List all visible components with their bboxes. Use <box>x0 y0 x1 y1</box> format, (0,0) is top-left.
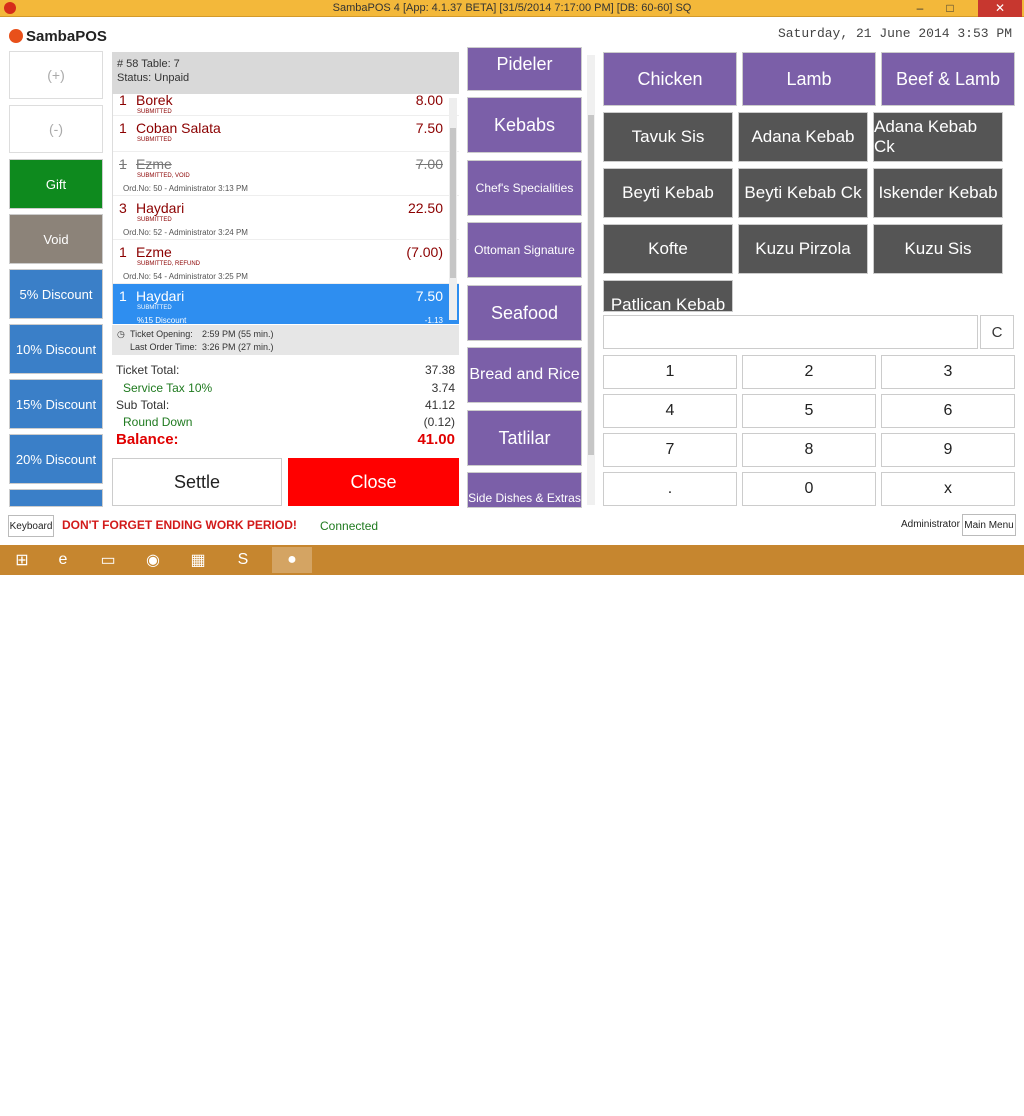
discount-15-button[interactable]: 15% Discount <box>9 379 103 429</box>
chrome-icon[interactable]: ◉ <box>133 547 173 573</box>
numpad-key-7[interactable]: 7 <box>603 433 737 467</box>
numpad-key-5[interactable]: 5 <box>742 394 876 428</box>
app-logo: SambaPOS <box>9 25 107 47</box>
round-down-row: Round Down (0.12) <box>123 415 455 429</box>
category-pideler[interactable]: Pideler <box>467 47 582 91</box>
ticket-times: ◷ Ticket Opening: 2:59 PM (55 min.) Last… <box>112 325 459 355</box>
keyboard-button[interactable]: Keyboard <box>8 515 54 537</box>
taskbar: ⊞ e ▭ ◉ ▦ S ● ENG 3:53 PM 21/6/2014 <box>0 545 1024 1115</box>
current-datetime: Saturday, 21 June 2014 3:53 PM <box>777 26 1012 41</box>
category-bread-and-rice[interactable]: Bread and Rice <box>467 347 582 403</box>
gift-button[interactable]: Gift <box>9 159 103 209</box>
scrollbar-thumb[interactable] <box>450 128 456 278</box>
order-row[interactable]: 3 Haydari 22.50 SUBMITTED Ord.No: 52 - A… <box>113 196 459 240</box>
connection-status: Connected <box>320 519 379 533</box>
order-row[interactable]: 1 Ezme 7.00 SUBMITTED, VOID Ord.No: 50 -… <box>113 152 459 196</box>
order-list[interactable]: 1 Borek 8.00 SUBMITTED 1 Coban Salata 7.… <box>112 94 459 324</box>
numpad-key-8[interactable]: 8 <box>742 433 876 467</box>
product-adana-kebab[interactable]: Adana Kebab <box>738 112 868 162</box>
clock-icon: ◷ <box>117 329 125 339</box>
numpad-clear-button[interactable]: C <box>980 315 1014 349</box>
apple-icon <box>9 29 23 43</box>
category-kebabs[interactable]: Kebabs <box>467 97 582 153</box>
product-tavuk-sis[interactable]: Tavuk Sis <box>603 112 733 162</box>
product-iskender-kebab[interactable]: Iskender Kebab <box>873 168 1003 218</box>
ticket-title: # 58 Table: 7 <box>117 58 180 70</box>
category-tatlilar[interactable]: Tatlilar <box>467 410 582 466</box>
category-scrollbar[interactable] <box>587 55 595 505</box>
product-beyti-kebab[interactable]: Beyti Kebab <box>603 168 733 218</box>
order-list-scrollbar[interactable] <box>449 98 457 320</box>
category-seafood[interactable]: Seafood <box>467 285 582 341</box>
product-kuzu-sis[interactable]: Kuzu Sis <box>873 224 1003 274</box>
numpad-key-6[interactable]: 6 <box>881 394 1015 428</box>
scrollbar-thumb[interactable] <box>588 115 594 455</box>
sub-total-row: Sub Total: 41.12 <box>116 398 455 412</box>
main-menu-button[interactable]: Main Menu <box>962 514 1016 536</box>
numpad-key-4[interactable]: 4 <box>603 394 737 428</box>
work-period-warning: DON'T FORGET ENDING WORK PERIOD! <box>62 518 297 532</box>
increase-quantity-button[interactable]: (+) <box>9 51 103 99</box>
taskbar-clock[interactable]: 3:53 PM 21/6/2014 <box>966 1094 1006 1116</box>
discount-5-button[interactable]: 5% Discount <box>9 269 103 319</box>
product-patlican-kebab[interactable]: Patlican Kebab <box>603 280 733 312</box>
ticket-status: Status: Unpaid <box>117 72 190 84</box>
order-row-selected[interactable]: 1 Haydari 7.50 SUBMITTED %15 Discount -1… <box>113 284 459 324</box>
skype-icon[interactable]: S <box>223 547 263 573</box>
title-bar: SambaPOS 4 [App: 4.1.37 BETA] [31/5/2014… <box>0 0 1024 17</box>
product-kofte[interactable]: Kofte <box>603 224 733 274</box>
discount-20-button[interactable]: 20% Discount <box>9 434 103 484</box>
settle-button[interactable]: Settle <box>112 458 282 506</box>
category-chefs-specialities[interactable]: Chef's Specialities <box>467 160 582 216</box>
category-side-dishes[interactable]: Side Dishes & Extras <box>467 472 582 508</box>
start-icon[interactable]: ⊞ <box>2 547 42 573</box>
numpad-input[interactable] <box>603 315 978 349</box>
ticket-header: # 58 Table: 7 Status: Unpaid <box>112 52 459 94</box>
file-explorer-icon[interactable]: ▭ <box>88 547 128 573</box>
discount-10-button[interactable]: 10% Discount <box>9 324 103 374</box>
numpad-key-9[interactable]: 9 <box>881 433 1015 467</box>
category-ottoman-signature[interactable]: Ottoman Signature <box>467 222 582 278</box>
ticket-total-row: Ticket Total: 37.38 <box>116 363 455 377</box>
numpad-key-1[interactable]: 1 <box>603 355 737 389</box>
more-buttons-partial[interactable] <box>9 489 103 507</box>
order-row[interactable]: 1 Coban Salata 7.50 SUBMITTED <box>113 116 459 152</box>
numpad-key-3[interactable]: 3 <box>881 355 1015 389</box>
order-row[interactable]: 1 Borek 8.00 SUBMITTED <box>113 94 459 116</box>
balance-row: Balance: 41.00 <box>116 431 455 448</box>
language-indicator[interactable]: ENG <box>942 1100 962 1110</box>
numpad-key-0[interactable]: 0 <box>742 472 876 506</box>
order-row[interactable]: 1 Ezme (7.00) SUBMITTED, REFUND Ord.No: … <box>113 240 459 284</box>
numpad-key-2[interactable]: 2 <box>742 355 876 389</box>
numpad-key-dot[interactable]: . <box>603 472 737 506</box>
store-icon[interactable]: ▦ <box>178 547 218 573</box>
tab-chicken[interactable]: Chicken <box>603 52 737 106</box>
window-title: SambaPOS 4 [App: 4.1.37 BETA] [31/5/2014… <box>332 2 692 14</box>
minimize-button[interactable]: – <box>906 0 934 17</box>
sambapos-taskbar-icon[interactable]: ● <box>272 547 312 573</box>
void-button[interactable]: Void <box>9 214 103 264</box>
close-ticket-button[interactable]: Close <box>288 458 459 506</box>
service-tax-row: Service Tax 10% 3.74 <box>123 381 455 395</box>
tab-lamb[interactable]: Lamb <box>742 52 876 106</box>
internet-explorer-icon[interactable]: e <box>43 547 83 573</box>
product-kuzu-pirzola[interactable]: Kuzu Pirzola <box>738 224 868 274</box>
close-window-button[interactable]: ✕ <box>978 0 1022 17</box>
product-beyti-kebab-ck[interactable]: Beyti Kebab Ck <box>738 168 868 218</box>
product-adana-kebab-ck[interactable]: Adana Kebab Ck <box>873 112 1003 162</box>
decrease-quantity-button[interactable]: (-) <box>9 105 103 153</box>
current-user: Administrator <box>901 519 960 530</box>
maximize-button[interactable]: □ <box>936 0 964 17</box>
numpad-key-x[interactable]: x <box>881 472 1015 506</box>
tab-beef-lamb[interactable]: Beef & Lamb <box>881 52 1015 106</box>
